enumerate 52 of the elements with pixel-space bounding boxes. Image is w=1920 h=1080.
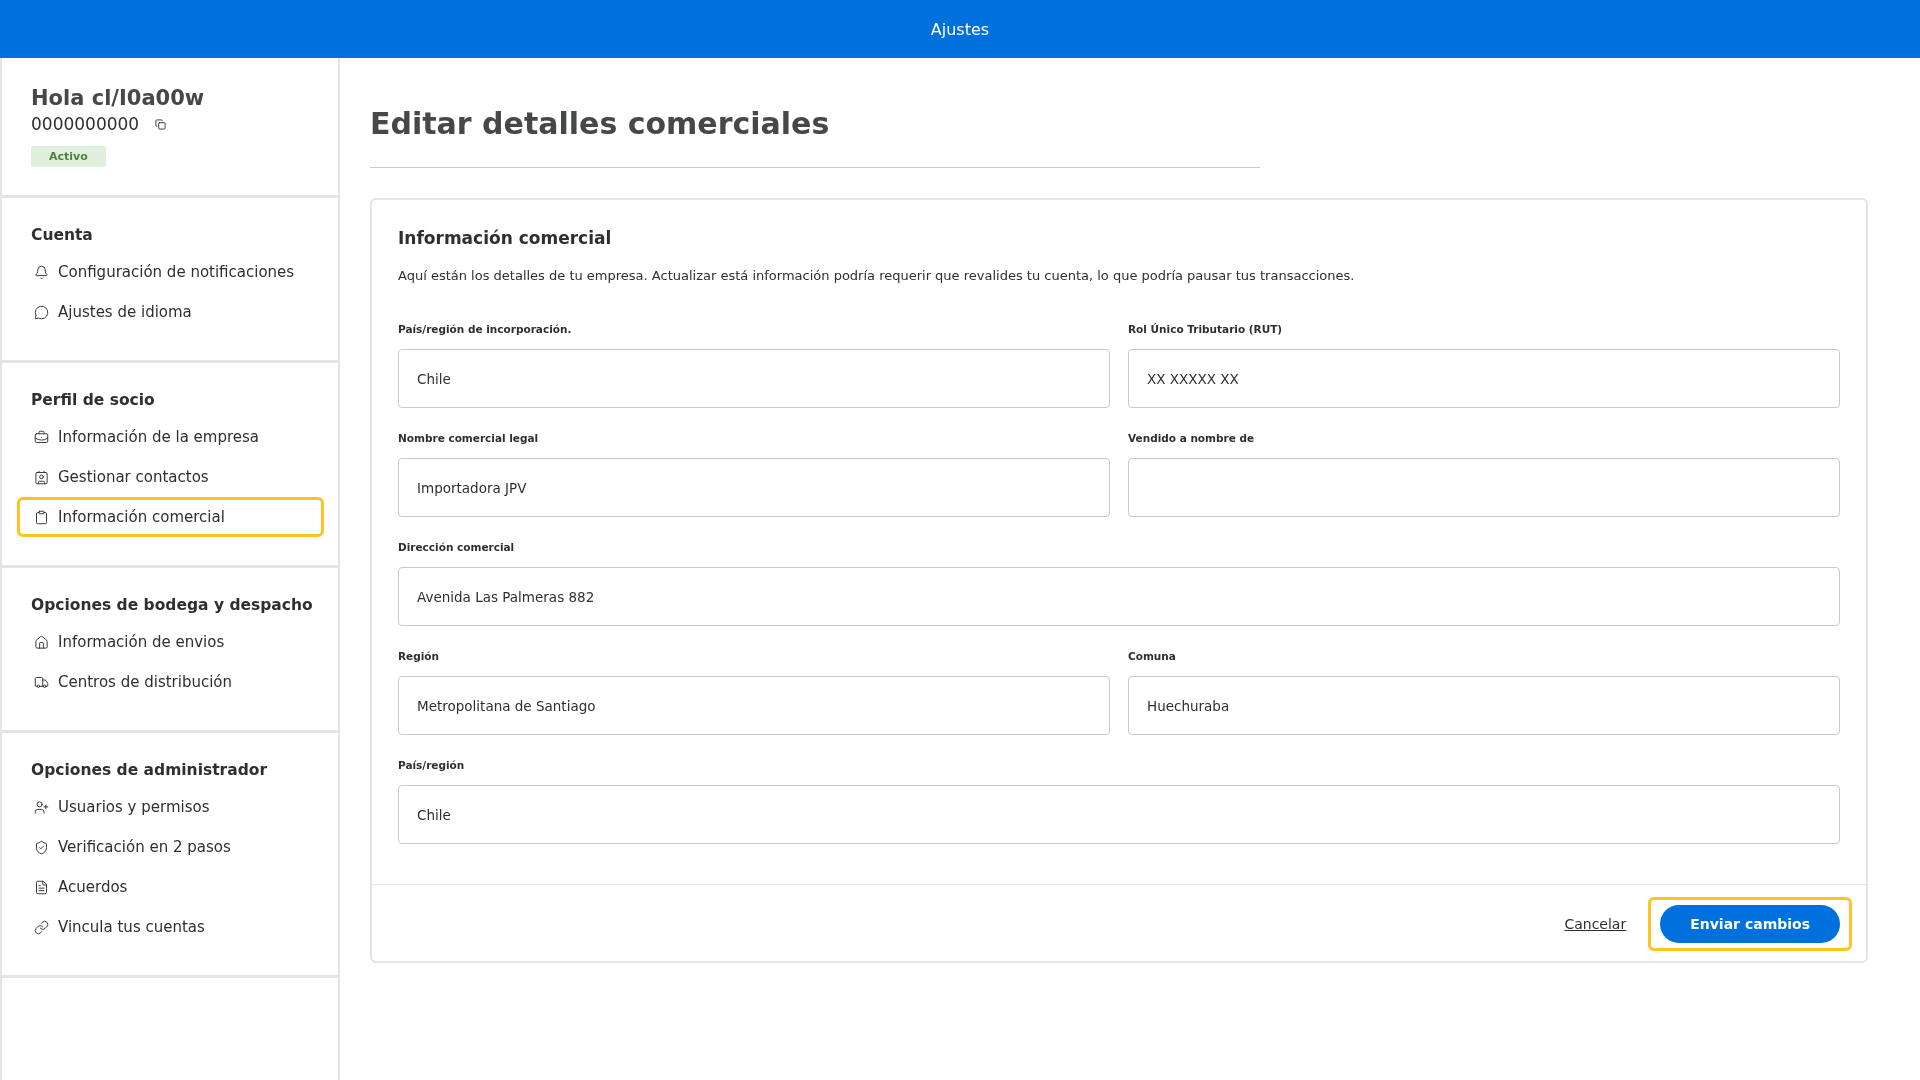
- card-title: Información comercial: [398, 228, 613, 248]
- field-label: Comuna: [1128, 650, 1177, 662]
- field-label: Región: [398, 650, 440, 662]
- sidebar-item[interactable]: Acuerdos: [17, 867, 324, 907]
- link-icon: [34, 919, 49, 935]
- field-label: Vendido a nombre de: [1128, 432, 1256, 444]
- copy-icon[interactable]: [155, 118, 167, 130]
- user-plus-icon: [34, 799, 49, 815]
- section-title: Opciones de administrador: [31, 761, 269, 779]
- sidebar-item[interactable]: Información de la empresa: [17, 417, 324, 457]
- section-title: Perfil de socio: [31, 391, 156, 409]
- input-field[interactable]: Huechuraba: [1128, 676, 1840, 735]
- section-title: Cuenta: [31, 226, 94, 244]
- input-field[interactable]: Avenida Las Palmeras 882: [398, 567, 1840, 626]
- input-field[interactable]: Metropolitana de Santiago: [398, 676, 1110, 735]
- field-label: Rol Único Tributario (RUT): [1128, 323, 1284, 335]
- shield-check-icon: [34, 839, 49, 855]
- truck-icon: [34, 674, 49, 690]
- section-title: Opciones de bodega y despacho: [31, 596, 310, 614]
- sidebar-item[interactable]: Información de envios: [17, 622, 324, 662]
- sidebar-item[interactable]: Configuración de notificaciones: [17, 252, 324, 292]
- status-badge: Activo: [31, 146, 106, 167]
- briefcase-icon: [34, 429, 49, 445]
- contact-card-icon: [34, 469, 49, 485]
- input-field[interactable]: Chile: [398, 349, 1110, 408]
- speech-bubble-icon: [34, 304, 49, 320]
- input-field[interactable]: Chile: [398, 785, 1840, 844]
- bell-icon: [34, 264, 49, 280]
- sidebar-item[interactable]: Gestionar contactos: [17, 457, 324, 497]
- page-title: Editar detalles comerciales: [370, 98, 1260, 168]
- field-label: País/región: [398, 759, 466, 771]
- field-label: País/región de incorporación.: [398, 323, 573, 335]
- input-field[interactable]: [1128, 458, 1840, 517]
- field-label: Nombre comercial legal: [398, 432, 540, 444]
- card-description: Aquí están los detalles de tu empresa. Actualizar está información podría requerir que revalides tu cuenta, lo que podría pausar tus transacciones.: [398, 268, 1356, 283]
- submit-button[interactable]: Enviar cambios: [1660, 905, 1840, 943]
- header-title: Ajustes: [930, 19, 990, 39]
- sidebar-item[interactable]: Centros de distribución: [17, 662, 324, 702]
- cancel-link[interactable]: Cancelar: [1564, 916, 1627, 932]
- sidebar-item[interactable]: Información comercial: [17, 497, 324, 537]
- sidebar-item[interactable]: Usuarios y permisos: [17, 787, 324, 827]
- account-id: 0000000000: [31, 114, 140, 134]
- greeting: Hola cl/I0a00w: [31, 86, 206, 110]
- input-field[interactable]: Importadora JPV: [398, 458, 1110, 517]
- clipboard-icon: [34, 509, 49, 525]
- document-icon: [34, 879, 49, 895]
- sidebar-item[interactable]: Ajustes de idioma: [17, 292, 324, 332]
- sidebar-item[interactable]: Vincula tus cuentas: [17, 907, 324, 947]
- house-icon: [34, 634, 49, 650]
- input-field[interactable]: XX XXXXX XX: [1128, 349, 1840, 408]
- sidebar-item[interactable]: Verificación en 2 pasos: [17, 827, 324, 867]
- field-label: Dirección comercial: [398, 541, 516, 553]
